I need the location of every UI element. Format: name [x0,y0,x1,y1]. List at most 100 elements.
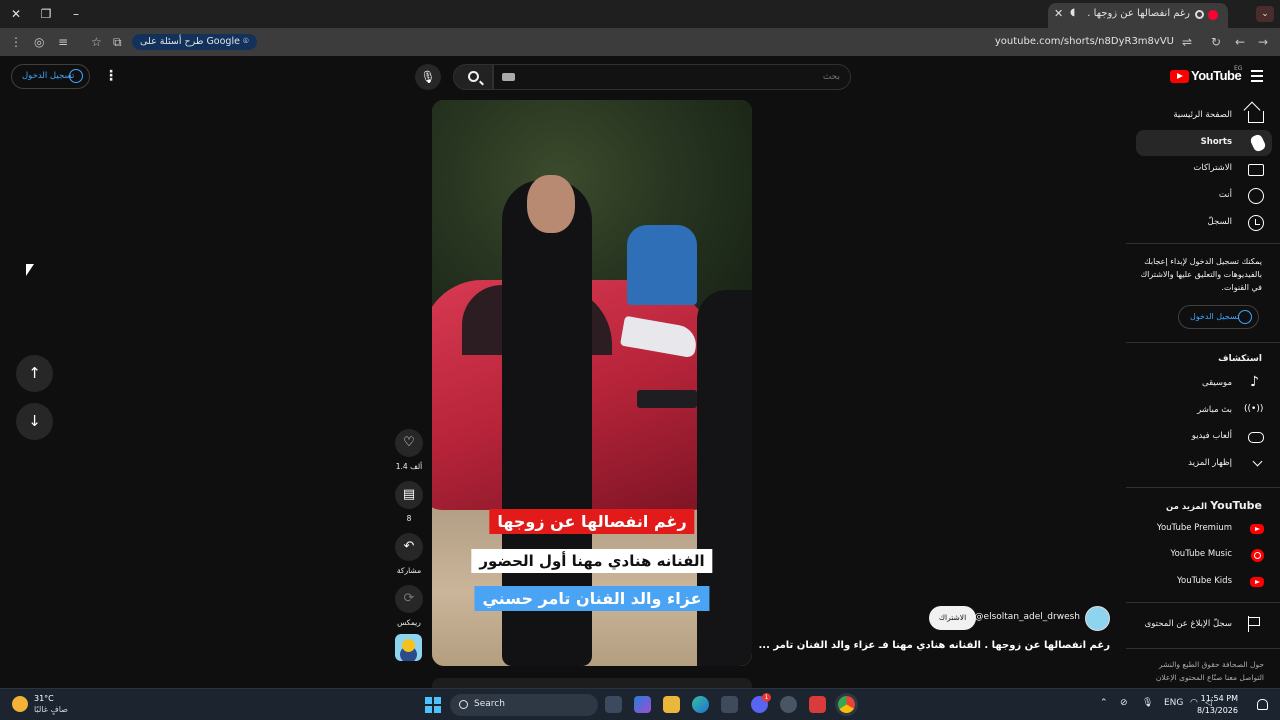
video-frame-face [527,175,575,233]
edge-browser-icon[interactable] [692,696,709,713]
search-box[interactable] [493,64,851,90]
guide-item-label: أنت [1218,190,1232,200]
remix-button[interactable]: ⟳ [395,585,423,613]
reading-list-icon[interactable]: ≡ [58,34,68,50]
window-minimize-icon[interactable]: – [68,6,84,22]
chrome-icon[interactable] [838,696,855,713]
language-indicator[interactable]: ENG [1164,698,1183,708]
youtube-logo[interactable]: YouTube EG [1170,65,1242,86]
google-lens-chip[interactable]: طرح أسئلة على Google ⌾ [132,34,257,50]
tab-search-button[interactable]: ⌄ [1256,6,1274,22]
steam-icon[interactable] [780,696,797,713]
task-view-icon[interactable] [605,696,622,713]
weather-temperature[interactable]: 31°C [34,694,54,703]
video-caption-2: الفنانه هنادي مهنا أول الحضور [471,549,713,573]
subscribe-button[interactable]: الاشتراك [929,606,976,630]
reload-icon[interactable]: ↻ [1211,34,1221,50]
signin-promo-text: يمكنك تسجيل الدخول لإبداء إعجابك بالفيدي… [1140,257,1262,292]
comments-button[interactable]: ▤ [395,481,423,509]
guide-item-show-more[interactable]: إظهار المزيد [1136,451,1272,477]
tray-overflow-icon[interactable]: ⌃ [1100,698,1108,708]
like-button[interactable]: ♡ [395,429,423,457]
flag-icon [1248,616,1264,632]
window-close-icon[interactable]: ✕ [8,6,24,22]
youtube-premium-icon [1250,524,1264,534]
profile-icon[interactable]: ◎ [34,34,44,50]
guide-item-gaming[interactable]: ألعاب فيديو [1136,424,1272,450]
search-button[interactable] [453,64,493,90]
google-chip-label: طرح أسئلة على Google [140,36,240,47]
browser-menu-icon[interactable]: ⋮ [10,34,22,50]
window-restore-icon[interactable]: ❐ [38,6,54,22]
shorts-icon [1249,133,1267,153]
recording-indicator-icon [1195,10,1204,19]
guide-item-shorts[interactable]: Shorts [1136,130,1272,156]
guide-item-youtube-kids[interactable]: YouTube Kids [1136,569,1272,595]
guide-item-you[interactable]: أنت [1136,183,1272,209]
tab-close-icon[interactable]: ✕ [1054,7,1063,20]
notifications-bell-icon[interactable] [1257,699,1268,710]
previous-short-button[interactable]: ↑ [16,355,53,392]
taskbar-search[interactable]: Search [450,694,598,716]
video-caption-3: عزاء والد الفنان تامر حسني [474,586,710,611]
bookmark-star-icon[interactable]: ☆ [91,34,102,50]
guide-menu-icon[interactable] [1251,70,1263,82]
signin-label: تسجيل الدخول [22,71,75,81]
signin-button[interactable]: تسجيل الدخول [11,64,90,89]
sound-avatar[interactable] [395,634,422,661]
mouse-cursor-icon [26,264,34,276]
youtube-favicon-icon [1208,10,1218,20]
install-app-icon[interactable]: ⧉ [113,34,122,50]
active-tab[interactable]: ✕ ◖ رغم انفصالها عن زوجها . الفنا [1048,3,1228,28]
guide-signin-button[interactable]: تسجيل الدخول [1178,305,1259,329]
guide-item-youtube-music[interactable]: YouTube Music [1136,542,1272,568]
more-heading-prefix: المزيد من [1165,502,1208,512]
search-input[interactable] [540,69,840,85]
weather-description[interactable]: صافٍ غالبًا [34,705,68,714]
video-frame-grille [637,390,697,408]
account-icon [1238,310,1252,324]
guide-item-label: YouTube Music [1170,549,1232,559]
guide-footer-links[interactable]: حول الصحافة حقوق الطبع والنشر التواصل مع… [1134,658,1264,684]
country-code: EG [1234,65,1243,72]
channel-avatar[interactable] [1085,606,1110,631]
voice-search-button[interactable]: 🎙 [415,64,441,90]
forward-icon[interactable]: ← [1235,34,1245,50]
guide-item-music[interactable]: موسيقى [1136,371,1272,397]
guide-item-label: السجلّ [1207,217,1232,227]
guide-item-report-history[interactable]: سجلّ الإبلاغ عن المحتوى [1136,612,1272,638]
guide-item-youtube-premium[interactable]: YouTube Premium [1136,516,1272,542]
windows-start-icon[interactable] [425,697,441,713]
share-button[interactable]: ↶ [395,533,423,561]
channel-handle[interactable]: @elsoltan_adel_drwesh [975,612,1080,622]
file-explorer-icon[interactable] [663,696,680,713]
system-clock[interactable]: 11:54 PM 8/13/2026 [1197,693,1238,717]
network-off-icon[interactable]: ⊘ [1120,698,1128,708]
back-icon[interactable]: → [1258,34,1268,50]
guide-item-label: موسيقى [1201,378,1232,388]
settings-menu-icon[interactable]: ⋮ [104,68,118,84]
microphone-icon: 🎙 [420,70,436,84]
remix-label: ريمكس [397,618,421,627]
next-short-button[interactable]: ↓ [16,403,53,440]
guide-item-history[interactable]: السجلّ [1136,210,1272,236]
guide-item-live[interactable]: بث مباشر [1136,398,1272,424]
keyboard-icon[interactable] [502,73,515,81]
like-count: 1.4 ألف [395,462,423,471]
tab-title: رغم انفصالها عن زوجها . الفنا [1085,8,1190,19]
redis-app-icon[interactable] [809,696,826,713]
address-bar-url[interactable]: youtube.com/shorts/n8DyR3m8vVU [995,36,1174,47]
short-title[interactable]: رغم انفصالها عن زوجها . الفنانه هنادي مه… [759,640,1111,651]
windows-taskbar: 31°C صافٍ غالبًا Search 1 ⌃ ⊘ 🎙 ENG ◠ ◁ … [0,688,1280,720]
shorts-video-player[interactable]: رغم انفصالها عن زوجها الفنانه هنادي مهنا… [432,100,752,666]
widgets-app-icon[interactable] [634,696,651,713]
guide-item-home[interactable]: الصفحة الرئيسية [1136,103,1272,129]
microphone-tray-icon[interactable]: 🎙 [1142,698,1153,708]
account-icon [69,69,83,83]
guide-item-subscriptions[interactable]: الاشتراكات [1136,156,1272,182]
tab-audio-icon[interactable]: ◖ [1070,7,1075,18]
weather-icon[interactable] [12,696,28,712]
site-settings-icon[interactable]: ⇌ [1182,34,1192,50]
guide-item-label: YouTube Kids [1176,576,1232,586]
store-app-icon[interactable] [721,696,738,713]
